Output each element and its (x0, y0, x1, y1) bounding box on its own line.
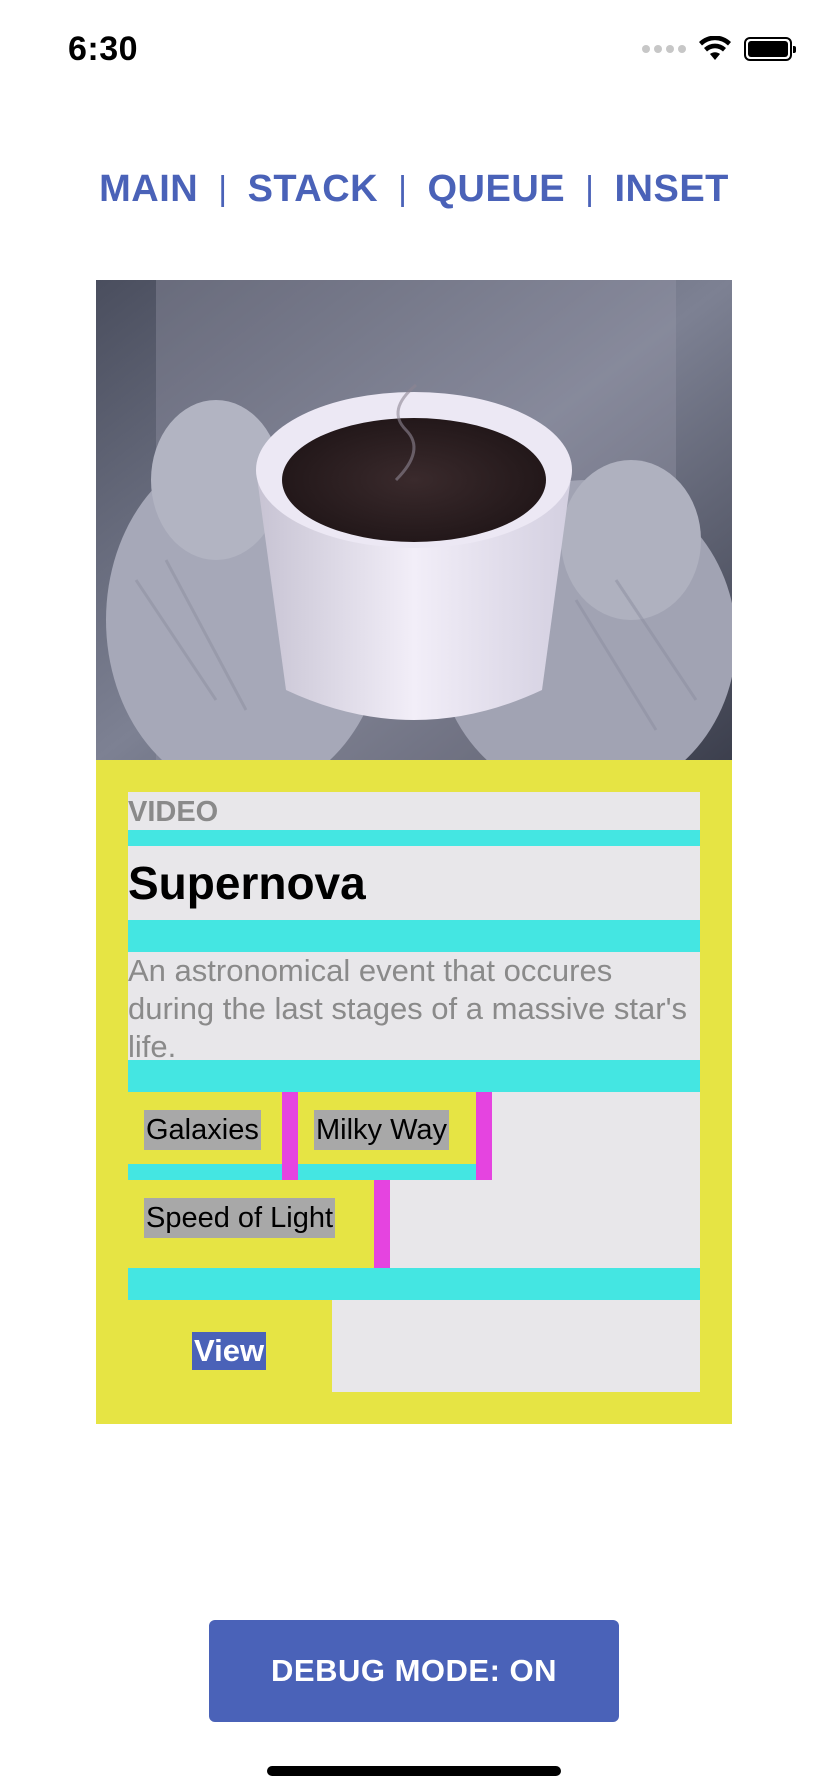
coffee-mug-photo (96, 280, 732, 760)
tag-cell: Galaxies (128, 1092, 282, 1164)
status-bar: 6:30 (0, 0, 828, 100)
wifi-icon (699, 36, 731, 60)
horizontal-spacer (282, 1092, 298, 1180)
vertical-spacer (128, 920, 700, 952)
tag-chip[interactable]: Speed of Light (144, 1198, 336, 1238)
vertical-spacer (128, 1060, 700, 1092)
nav-queue[interactable]: QUEUE (427, 168, 565, 211)
tag-chip[interactable]: Milky Way (314, 1110, 450, 1150)
card-content: VIDEO Supernova An astronomical event th… (128, 792, 700, 1392)
nav-inset[interactable]: INSET (614, 168, 728, 211)
tag-cell: Milky Way (298, 1092, 476, 1164)
card-description: An astronomical event that occures durin… (128, 953, 688, 1064)
app-screen: 6:30 MAIN | STACK | QUEUE | INSET VIDEO … (0, 0, 828, 1792)
vertical-spacer (128, 830, 700, 846)
card-kind-label: VIDEO (128, 796, 219, 828)
battery-icon (744, 37, 796, 61)
tag-cell: Speed of Light (128, 1180, 374, 1268)
home-indicator[interactable] (267, 1766, 561, 1776)
top-nav: MAIN | STACK | QUEUE | INSET (0, 168, 828, 211)
card: VIDEO Supernova An astronomical event th… (96, 280, 732, 1424)
cellular-signal-icon (642, 45, 686, 53)
status-icons (642, 34, 796, 64)
view-button[interactable]: View (192, 1332, 267, 1370)
card-title: Supernova (128, 857, 366, 909)
nav-main[interactable]: MAIN (99, 168, 198, 211)
nav-separator: | (398, 170, 408, 208)
vertical-spacer (298, 1164, 476, 1180)
vertical-spacer (128, 1268, 700, 1300)
tag-chip[interactable]: Galaxies (144, 1110, 261, 1150)
vertical-spacer (128, 1164, 282, 1180)
nav-separator: | (218, 170, 228, 208)
debug-mode-button[interactable]: DEBUG MODE: ON (209, 1620, 619, 1722)
horizontal-spacer (374, 1180, 390, 1268)
nav-stack[interactable]: STACK (248, 168, 379, 211)
action-cell: View (128, 1300, 332, 1392)
horizontal-spacer (476, 1092, 492, 1180)
card-image (96, 280, 732, 760)
nav-separator: | (585, 170, 595, 208)
status-time: 6:30 (68, 30, 139, 68)
